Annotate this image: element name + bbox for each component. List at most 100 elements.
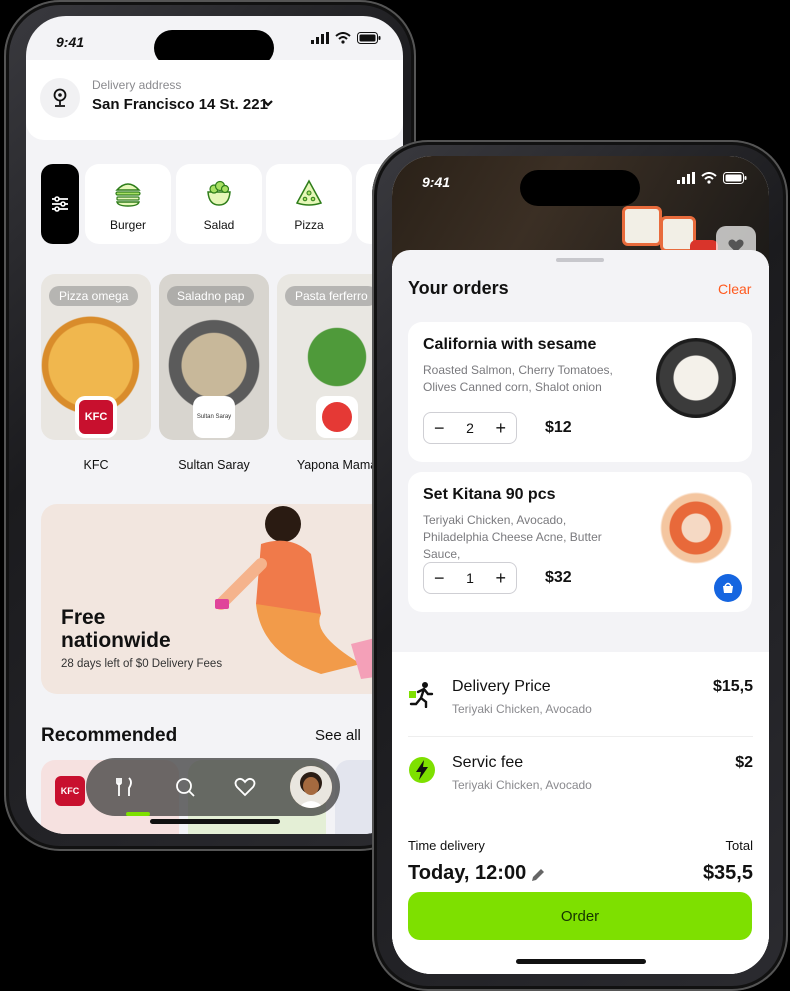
status-icons — [311, 32, 381, 44]
dynamic-island — [520, 170, 640, 206]
plus-button[interactable]: + — [495, 419, 506, 437]
status-time: 9:41 — [422, 174, 451, 190]
signal-icon — [677, 172, 695, 184]
fee-subtitle: Teriyaki Chicken, Avocado — [452, 702, 592, 716]
orders-title: Your orders — [408, 278, 509, 298]
category-pizza[interactable]: Pizza — [266, 164, 352, 244]
quantity-stepper: − 2 + — [423, 412, 517, 444]
divider — [408, 736, 753, 737]
promo-illustration — [215, 506, 396, 679]
chevron-down-icon[interactable] — [262, 96, 274, 111]
address-value[interactable]: San Francisco 14 St. 221 — [92, 96, 268, 113]
restaurant-tag: Pizza omega — [49, 286, 139, 306]
wifi-icon — [701, 172, 717, 184]
quantity-value: 1 — [466, 570, 474, 586]
plus-button[interactable]: + — [495, 569, 506, 587]
minus-button[interactable]: − — [434, 419, 445, 437]
order-name: California with sesame — [423, 336, 597, 353]
nav-favorites[interactable] — [230, 772, 260, 802]
sheet-handle[interactable] — [556, 258, 604, 262]
category-salad[interactable]: Salad — [176, 164, 262, 244]
location-pin-icon — [40, 78, 80, 118]
restaurant-name: Sultan Saray — [178, 458, 250, 472]
kfc-logo: KFC — [75, 396, 117, 438]
promo-banner[interactable]: Free nationwide 28 days left of $0 Deliv… — [41, 504, 401, 694]
running-man-icon — [409, 682, 434, 708]
battery-icon — [723, 172, 747, 184]
category-burger[interactable]: Burger — [85, 164, 171, 244]
nav-search[interactable] — [170, 772, 200, 802]
time-delivery-label: Time delivery — [408, 838, 485, 853]
kfc-logo-text: KFC — [79, 400, 113, 434]
restaurant-tag: Saladno pap — [167, 286, 255, 306]
fork-knife-icon — [116, 777, 132, 796]
home-indicator — [515, 959, 646, 964]
burger-icon — [115, 183, 141, 207]
recommended-title: Recommended — [41, 725, 178, 746]
nav-active-indicator — [126, 812, 150, 816]
home-screen: 9:41 Delivery address San Francisco 14 S… — [26, 16, 403, 834]
pizza-icon — [295, 179, 323, 206]
minus-button[interactable]: − — [434, 569, 445, 587]
orders-screen: 9:41 Your orders Clear California with s… — [392, 156, 769, 974]
promo-title: Free nationwide — [61, 606, 171, 652]
category-label: Pizza — [294, 218, 324, 232]
restaurant-card-sultan-saray[interactable]: Saladno pap Sultan Saray — [159, 274, 269, 440]
kfc-logo-text: KFC — [55, 776, 85, 806]
fee-subtitle: Teriyaki Chicken, Avocado — [452, 778, 592, 792]
wifi-icon — [335, 32, 351, 44]
order-name: Set Kitana 90 pcs — [423, 486, 556, 503]
order-button[interactable]: Order — [408, 892, 752, 940]
basket-icon — [723, 582, 733, 593]
home-indicator — [149, 819, 280, 824]
order-price: $32 — [545, 569, 572, 586]
basket-button[interactable] — [714, 574, 742, 602]
quantity-value: 2 — [466, 420, 474, 436]
address-card[interactable]: Delivery address San Francisco 14 St. 22… — [26, 60, 403, 140]
see-all-link[interactable]: See all — [315, 727, 361, 744]
lightning-icon — [409, 757, 435, 783]
order-description: Roasted Salmon, Cherry Tomatoes, Olives … — [423, 363, 613, 394]
category-label: Salad — [203, 218, 235, 232]
time-delivery-value[interactable]: Today, 12:00 — [408, 862, 526, 885]
quantity-stepper: − 1 + — [423, 562, 517, 594]
sultan-saray-logo-text: Sultan Saray — [196, 414, 232, 420]
face-icon — [322, 402, 352, 432]
order-item: California with sesame Roasted Salmon, C… — [408, 322, 752, 462]
total-value: $35,5 — [702, 862, 753, 884]
nav-restaurants[interactable] — [110, 772, 140, 802]
sultan-saray-logo: Sultan Saray — [193, 396, 235, 438]
status-icons — [677, 172, 747, 184]
bottom-nav — [86, 758, 340, 816]
restaurant-tag: Pasta ferferro — [285, 286, 378, 306]
sushi-piece — [622, 206, 662, 246]
battery-icon — [357, 32, 381, 44]
order-price: $12 — [545, 419, 572, 436]
category-label: Burger — [109, 218, 147, 232]
filter-button[interactable] — [41, 164, 79, 244]
sliders-icon — [52, 196, 68, 212]
fee-amount: $2 — [735, 754, 753, 771]
promo-subtitle: 28 days left of $0 Delivery Fees — [61, 658, 223, 670]
phone-orders: 9:41 Your orders Clear California with s… — [372, 140, 788, 991]
salad-icon — [207, 180, 231, 206]
dish-image — [656, 488, 736, 568]
signal-icon — [311, 32, 329, 44]
address-label: Delivery address — [92, 78, 182, 92]
fee-name: Servic fee — [452, 754, 524, 771]
total-label: Total — [725, 838, 753, 853]
dish-image — [656, 338, 736, 418]
phone-home: 9:41 Delivery address San Francisco 14 S… — [4, 0, 416, 851]
clear-button[interactable]: Clear — [718, 281, 751, 297]
avatar[interactable] — [290, 766, 332, 808]
fee-amount: $15,5 — [712, 678, 753, 695]
heart-icon — [234, 777, 256, 797]
status-time: 9:41 — [56, 34, 85, 50]
order-item: Set Kitana 90 pcs Teriyaki Chicken, Avoc… — [408, 472, 752, 612]
yapona-mama-logo — [316, 396, 358, 438]
profile-photo — [290, 766, 332, 808]
pencil-icon[interactable] — [530, 867, 546, 888]
restaurant-card-kfc[interactable]: Pizza omega KFC — [41, 274, 151, 440]
fee-name: Delivery Price — [452, 678, 551, 695]
restaurant-name: KFC — [83, 458, 109, 472]
